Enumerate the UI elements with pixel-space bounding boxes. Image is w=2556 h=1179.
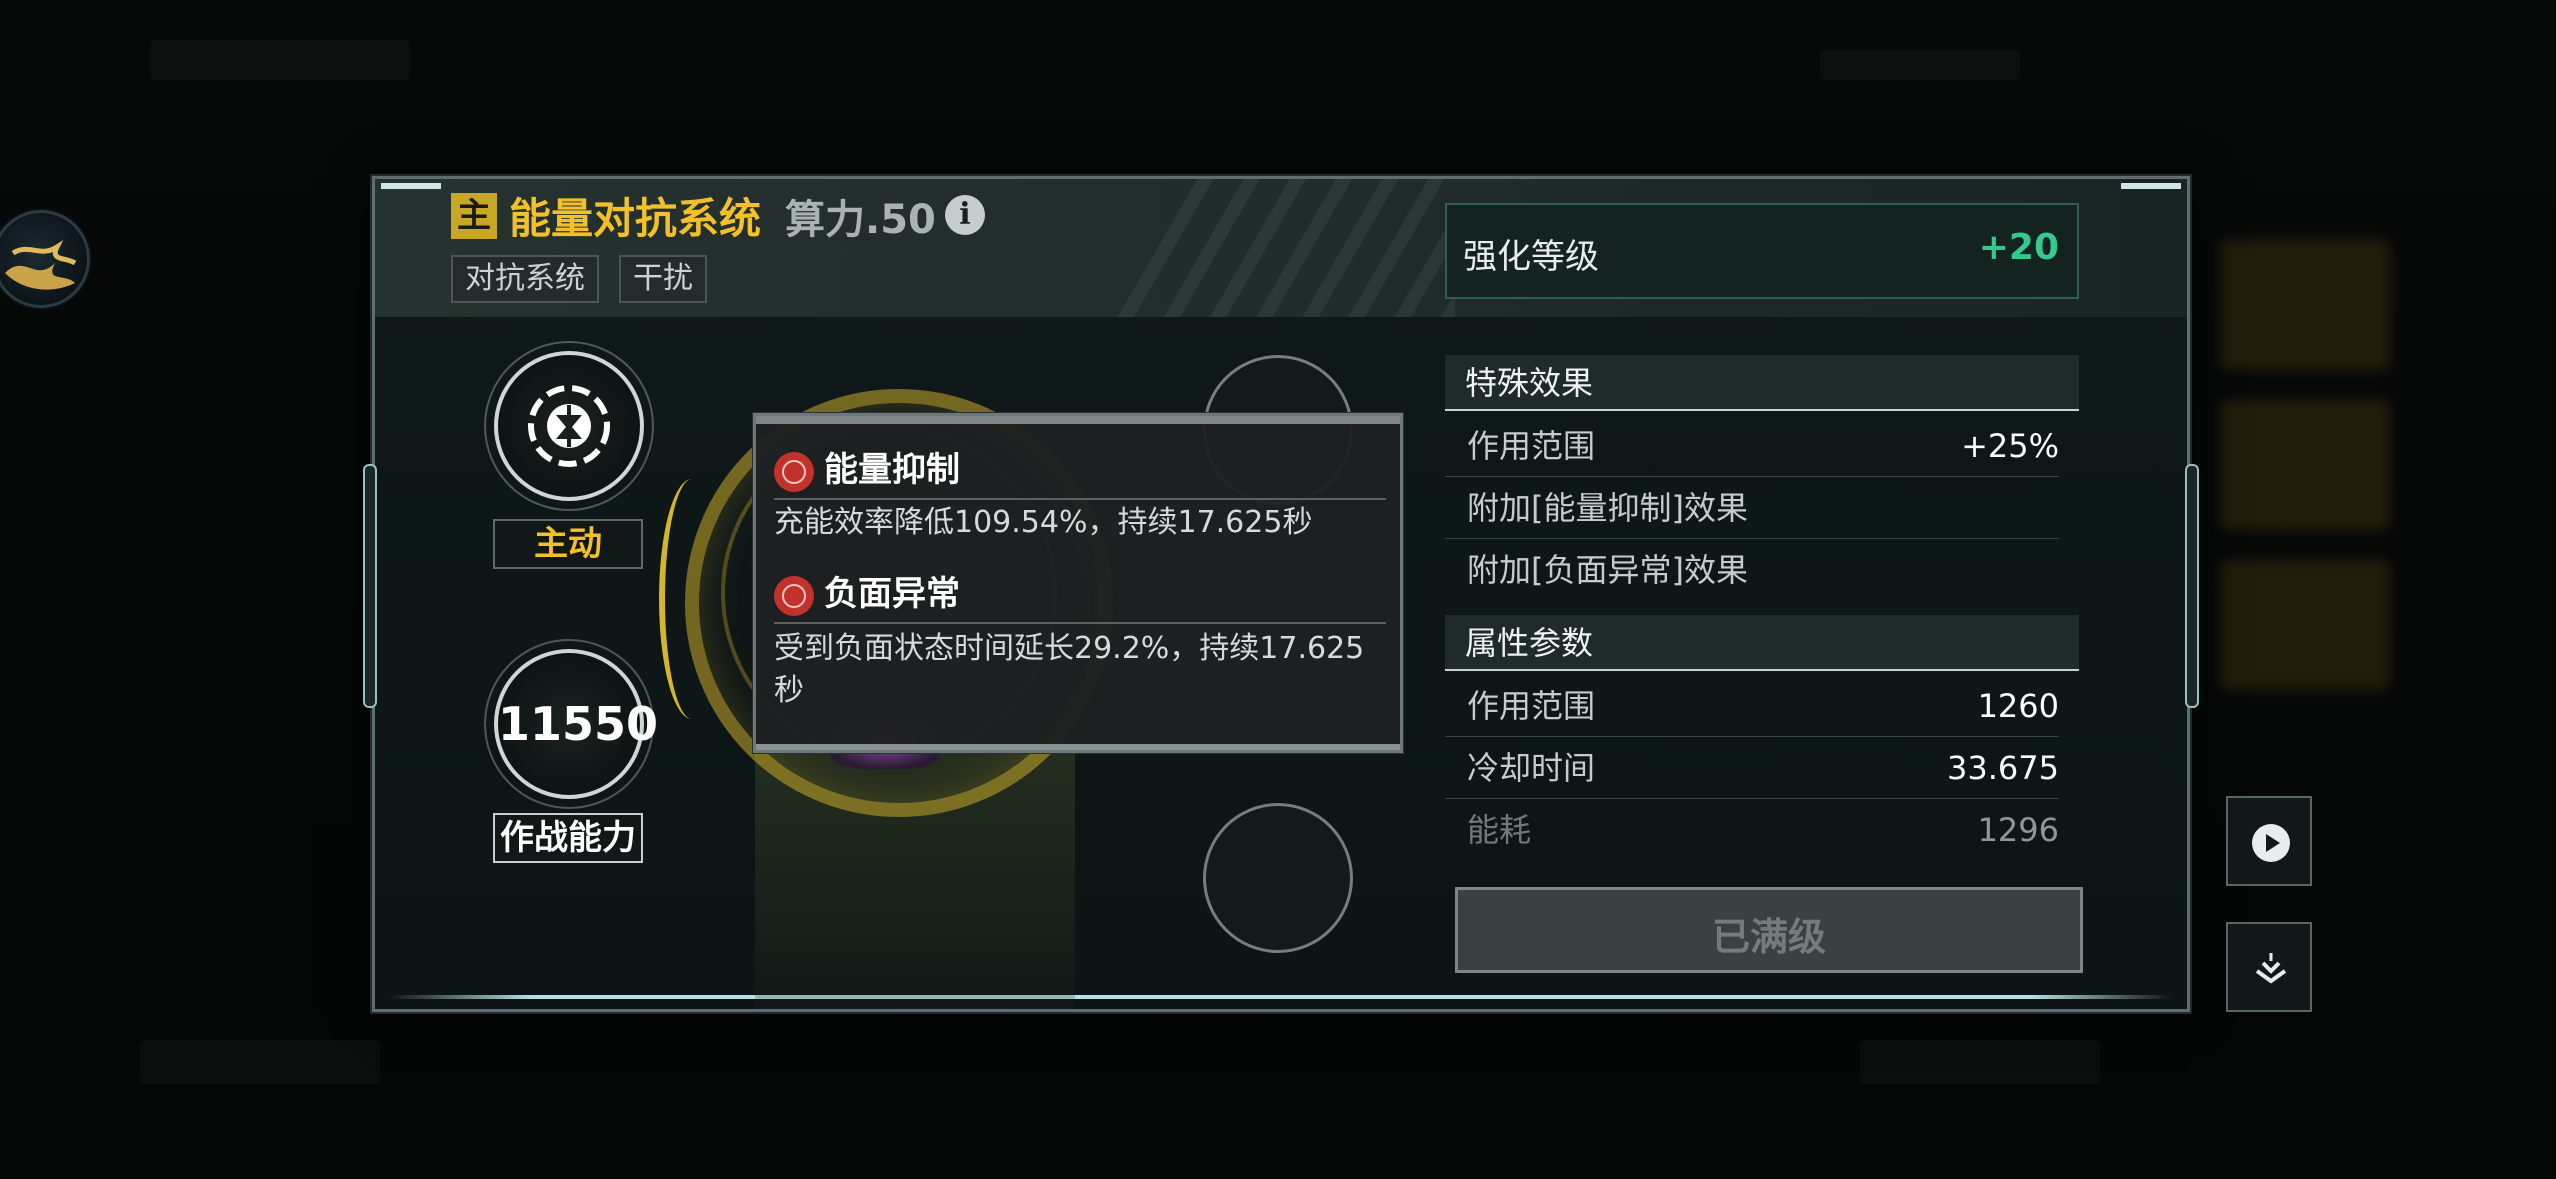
special-row: 附加[能量抑制]效果 [1445, 477, 2059, 539]
blurred-card [2220, 560, 2390, 690]
avatar-icon [5, 239, 77, 290]
negative-status-icon [774, 575, 814, 616]
blurred-topbar-right [1820, 50, 2020, 80]
blurred-footer [1860, 1040, 2100, 1084]
strengthen-label: 强化等级 [1463, 237, 1599, 277]
tooltip-bottom-bar [756, 744, 1400, 750]
corner-accent [381, 183, 441, 189]
special-effects-header: 特殊效果 [1445, 355, 2079, 411]
blurred-footer [140, 1040, 380, 1084]
effect-1-heading: 能量抑制 [774, 442, 960, 492]
module-slot-right-bottom[interactable] [1203, 803, 1353, 953]
attribute-key: 冷却时间 [1467, 749, 1596, 787]
attribute-value: 33.675 [1947, 749, 2059, 787]
module-title: 能量对抗系统 [509, 194, 762, 243]
effect-2-name: 负面异常 [824, 574, 960, 614]
skill-mode-label: 主动 [493, 519, 643, 569]
effect-1-name: 能量抑制 [824, 450, 960, 490]
strengthen-level-box: 强化等级 +20 [1445, 203, 2079, 299]
attribute-value: 1296 [1977, 811, 2059, 849]
max-level-button[interactable]: 已满级 [1455, 887, 2083, 973]
corner-accent [2121, 183, 2181, 189]
info-icon[interactable]: i [945, 195, 985, 235]
strengthen-value: +20 [1978, 227, 2059, 268]
special-key: 附加[负面异常]效果 [1467, 551, 1748, 589]
special-key: 附加[能量抑制]效果 [1467, 489, 1748, 527]
blurred-card [2220, 400, 2390, 530]
blurred-card [2220, 240, 2390, 370]
computing-power: 算力.50 [785, 197, 936, 243]
right-edge-handle [2185, 464, 2199, 708]
attribute-row: 作用范围 1260 [1445, 675, 2059, 737]
collapse-icon [2255, 953, 2287, 984]
attribute-row: 能耗 1296 [1445, 799, 2059, 861]
special-row: 附加[负面异常]效果 [1445, 539, 2059, 601]
combat-power-circle: 11550 [484, 639, 659, 809]
special-row: 作用范围 +25% [1445, 415, 2059, 477]
play-icon [2252, 824, 2290, 862]
module-detail-panel: 主 能量对抗系统 算力.50 i 对抗系统 干扰 强化等级 +20 主动 115… [363, 176, 2199, 1012]
blurred-topbar [150, 40, 410, 80]
attribute-value: 1260 [1977, 687, 2059, 725]
divider [774, 622, 1386, 624]
energy-suppress-icon [774, 451, 814, 492]
special-value: +25% [1961, 427, 2059, 465]
effect-tooltip: 能量抑制 充能效率降低109.54%，持续17.625秒 负面异常 受到负面状态… [753, 413, 1403, 753]
tag-category: 对抗系统 [451, 255, 599, 303]
max-level-label: 已满级 [1711, 915, 1826, 959]
attributes-header: 属性参数 [1445, 615, 2079, 671]
attribute-row: 冷却时间 33.675 [1445, 737, 2059, 799]
effect-2-heading: 负面异常 [774, 566, 960, 616]
collapse-button[interactable] [2226, 922, 2312, 1012]
tag-type: 干扰 [619, 255, 707, 303]
bottom-edge-glow [389, 995, 2173, 999]
main-slot-badge: 主 [451, 193, 497, 239]
skill-circle-ring [484, 341, 654, 511]
left-edge-handle [363, 464, 377, 708]
skill-circle[interactable] [484, 341, 654, 511]
module-art-arc [659, 479, 725, 719]
avatar[interactable] [0, 210, 90, 308]
special-key: 作用范围 [1467, 427, 1596, 465]
effect-2-desc: 受到负面状态时间延长29.2%，持续17.625秒 [774, 631, 1365, 708]
attribute-key: 能耗 [1467, 811, 1532, 849]
play-button[interactable] [2226, 796, 2312, 886]
tooltip-top-bar [756, 416, 1400, 424]
divider [774, 498, 1386, 500]
effect-1-desc: 充能效率降低109.54%，持续17.625秒 [774, 505, 1313, 540]
combat-power-label: 作战能力 [493, 813, 643, 863]
attribute-key: 作用范围 [1467, 687, 1596, 725]
combat-power-value: 11550 [498, 697, 659, 751]
